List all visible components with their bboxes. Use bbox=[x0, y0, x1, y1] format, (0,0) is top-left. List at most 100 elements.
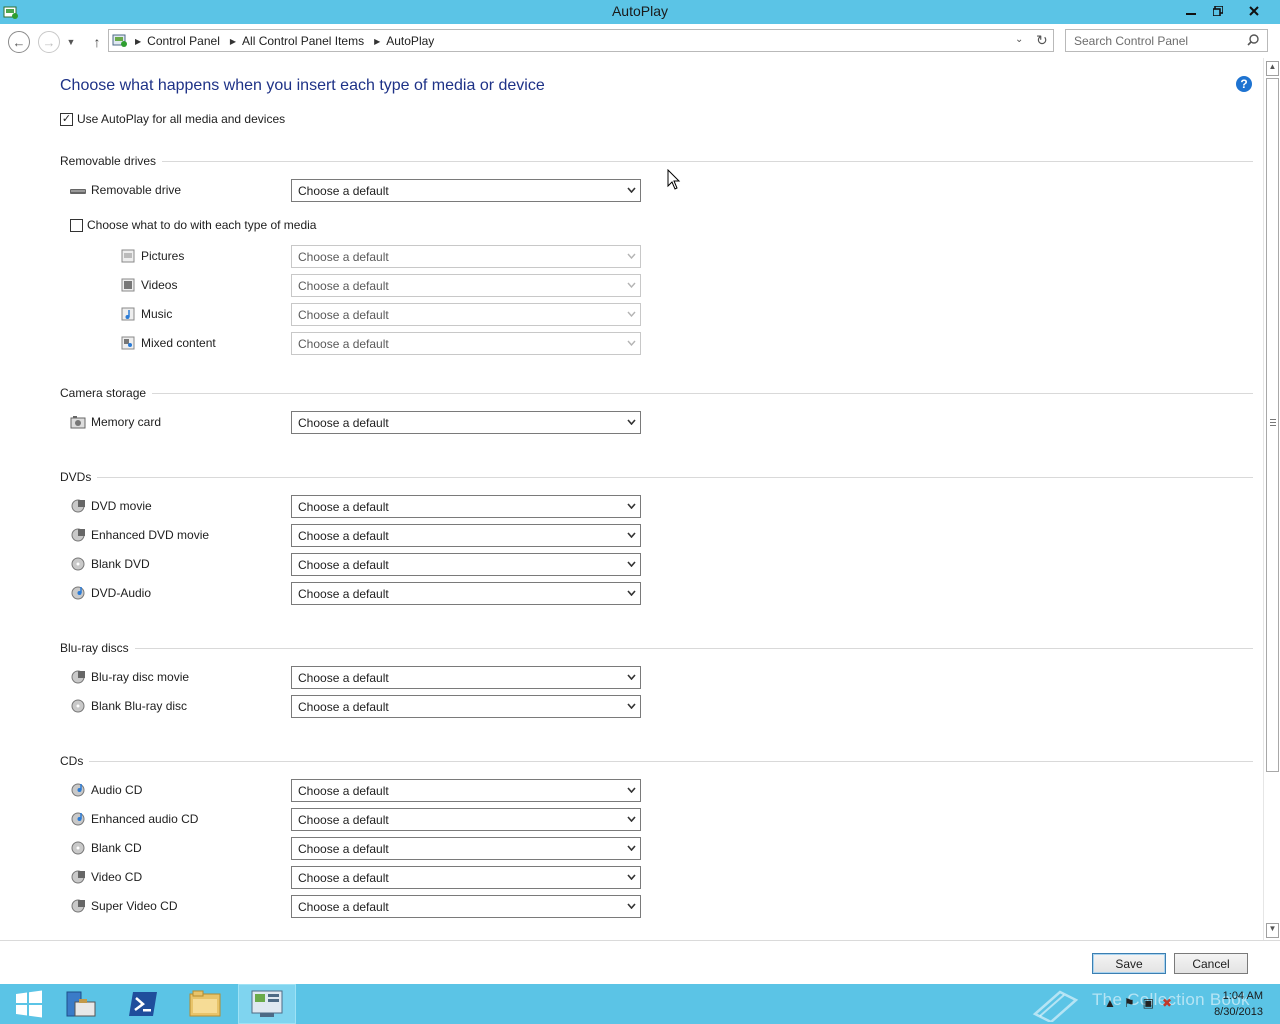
audio-cd-label: Audio CD bbox=[91, 783, 143, 797]
memory-card-label: Memory card bbox=[91, 415, 162, 429]
blank-dvd-label: Blank DVD bbox=[91, 557, 150, 571]
chevron-down-icon: ▼ bbox=[66, 37, 76, 47]
search-input[interactable] bbox=[1066, 30, 1241, 51]
dvd-audio-select[interactable]: Choose a default bbox=[291, 582, 641, 605]
search-box[interactable] bbox=[1065, 29, 1268, 52]
enhanced-dvd-movie-select[interactable]: Choose a default bbox=[291, 524, 641, 547]
restore-icon bbox=[1212, 5, 1223, 16]
breadcrumb-arrow-icon[interactable]: ▶ bbox=[135, 37, 141, 46]
flag-icon[interactable]: ⚑ bbox=[1124, 996, 1135, 1010]
enhanced-audio-cd-select[interactable]: Choose a default bbox=[291, 808, 641, 831]
camera-icon bbox=[70, 416, 86, 429]
use-autoplay-checkbox[interactable]: ✓ bbox=[60, 112, 73, 126]
use-autoplay-label[interactable]: Use AutoPlay for all media and devices bbox=[77, 112, 285, 126]
section-divider bbox=[60, 393, 1253, 394]
select-value: Choose a default bbox=[298, 900, 389, 914]
arrow-up-icon: ↑ bbox=[93, 34, 101, 50]
breadcrumb-arrow-icon[interactable]: ▶ bbox=[374, 37, 380, 46]
address-bar[interactable]: ▶ Control Panel ▶ All Control Panel Item… bbox=[108, 29, 1054, 52]
video-cd-select[interactable]: Choose a default bbox=[291, 866, 641, 889]
bluray-movie-select[interactable]: Choose a default bbox=[291, 666, 641, 689]
blank-dvd-select[interactable]: Choose a default bbox=[291, 553, 641, 576]
breadcrumb-all-items[interactable]: All Control Panel Items bbox=[242, 34, 364, 48]
taskbar-control-panel[interactable] bbox=[238, 984, 296, 1024]
taskbar-clock[interactable]: 1:04 AM 8/30/2013 bbox=[1205, 988, 1263, 1020]
blank-dvd-icon bbox=[71, 557, 85, 571]
grip-icon bbox=[1270, 419, 1276, 426]
title-bar: AutoPlay bbox=[0, 0, 1280, 24]
music-label: Music bbox=[141, 307, 173, 321]
blank-bluray-icon bbox=[71, 699, 85, 713]
taskbar-file-explorer[interactable] bbox=[176, 984, 234, 1024]
blank-bluray-select[interactable]: Choose a default bbox=[291, 695, 641, 718]
restore-button[interactable] bbox=[1204, 0, 1231, 21]
select-value: Choose a default bbox=[298, 813, 389, 827]
use-autoplay-checkbox-row[interactable]: ✓ Use AutoPlay for all media and devices bbox=[60, 112, 285, 126]
cancel-button[interactable]: Cancel bbox=[1174, 953, 1248, 974]
dvd-audio-label: DVD-Audio bbox=[91, 586, 152, 600]
volume-muted-icon[interactable]: ✖ bbox=[1162, 996, 1172, 1010]
select-value: Choose a default bbox=[298, 250, 389, 264]
mixed-content-select[interactable]: Choose a default bbox=[291, 332, 641, 355]
minimize-button[interactable] bbox=[1177, 0, 1204, 21]
enhanced-audio-cd-label: Enhanced audio CD bbox=[91, 812, 199, 826]
video-cd-row: Video CD bbox=[70, 870, 142, 884]
clock-date: 8/30/2013 bbox=[1214, 1006, 1263, 1018]
bluray-movie-icon bbox=[71, 670, 85, 684]
up-button[interactable]: ↑ bbox=[86, 31, 108, 53]
breadcrumb-arrow-icon[interactable]: ▶ bbox=[230, 37, 236, 46]
system-tray: ▲ ⚑ ▣ ✖ bbox=[1104, 996, 1172, 1010]
section-divider bbox=[60, 761, 1253, 762]
mouse-cursor-icon bbox=[667, 169, 681, 190]
videos-icon bbox=[121, 278, 135, 292]
dvd-movie-label: DVD movie bbox=[91, 499, 152, 513]
chevron-down-icon bbox=[627, 874, 636, 880]
refresh-icon[interactable]: ↻ bbox=[1036, 32, 1048, 49]
videos-select[interactable]: Choose a default bbox=[291, 274, 641, 297]
super-video-cd-select[interactable]: Choose a default bbox=[291, 895, 641, 918]
taskbar-powershell[interactable] bbox=[114, 984, 172, 1024]
select-value: Choose a default bbox=[298, 337, 389, 351]
memory-card-select[interactable]: Choose a default bbox=[291, 411, 641, 434]
pictures-select[interactable]: Choose a default bbox=[291, 245, 641, 268]
windows-logo-icon bbox=[16, 990, 42, 1018]
pictures-icon bbox=[121, 249, 135, 263]
removable-drive-label: Removable drive bbox=[91, 183, 182, 197]
dvd-movie-select[interactable]: Choose a default bbox=[291, 495, 641, 518]
network-icon[interactable]: ▣ bbox=[1143, 996, 1154, 1010]
breadcrumb-control-panel[interactable]: Control Panel bbox=[147, 34, 220, 48]
scroll-up-arrow-icon[interactable]: ▲ bbox=[1266, 61, 1279, 76]
help-icon[interactable]: ? bbox=[1236, 76, 1252, 92]
forward-button[interactable]: → bbox=[38, 31, 60, 53]
audio-cd-select[interactable]: Choose a default bbox=[291, 779, 641, 802]
search-icon[interactable] bbox=[1247, 34, 1259, 46]
music-select[interactable]: Choose a default bbox=[291, 303, 641, 326]
bluray-movie-row: Blu-ray disc movie bbox=[70, 670, 189, 684]
media-row-videos: Videos bbox=[120, 278, 177, 292]
recent-locations-button[interactable]: ▼ bbox=[64, 31, 78, 53]
removable-drive-row: Removable drive bbox=[70, 183, 181, 197]
scrollbar-thumb[interactable] bbox=[1266, 78, 1279, 772]
per-media-checkbox[interactable] bbox=[70, 218, 83, 232]
enhanced-dvd-movie-label: Enhanced DVD movie bbox=[91, 528, 210, 542]
vertical-scrollbar[interactable]: ▲ ▼ bbox=[1263, 58, 1280, 940]
close-icon bbox=[1249, 5, 1259, 16]
close-button[interactable] bbox=[1231, 0, 1277, 21]
blank-cd-select[interactable]: Choose a default bbox=[291, 837, 641, 860]
per-media-checkbox-row[interactable]: Choose what to do with each type of medi… bbox=[70, 218, 316, 232]
per-media-label[interactable]: Choose what to do with each type of medi… bbox=[87, 218, 316, 232]
select-value: Choose a default bbox=[298, 587, 389, 601]
back-button[interactable]: ← bbox=[8, 31, 30, 53]
breadcrumb-autoplay[interactable]: AutoPlay bbox=[386, 34, 434, 48]
chevron-down-icon bbox=[627, 674, 636, 680]
navigation-bar: ← → ▼ ↑ ▶ Control Panel ▶ All Control Pa… bbox=[0, 24, 1280, 58]
removable-drive-select[interactable]: Choose a default bbox=[291, 179, 641, 202]
start-button[interactable] bbox=[0, 984, 58, 1024]
save-button[interactable]: Save bbox=[1092, 953, 1166, 974]
taskbar-server-manager[interactable] bbox=[52, 984, 110, 1024]
mixed-content-icon bbox=[121, 336, 135, 350]
scroll-down-arrow-icon[interactable]: ▼ bbox=[1266, 923, 1279, 938]
address-history-chevron-icon[interactable]: ⌄ bbox=[1015, 34, 1023, 45]
show-hidden-icons-icon[interactable]: ▲ bbox=[1104, 996, 1116, 1010]
window-title: AutoPlay bbox=[611, 3, 669, 19]
